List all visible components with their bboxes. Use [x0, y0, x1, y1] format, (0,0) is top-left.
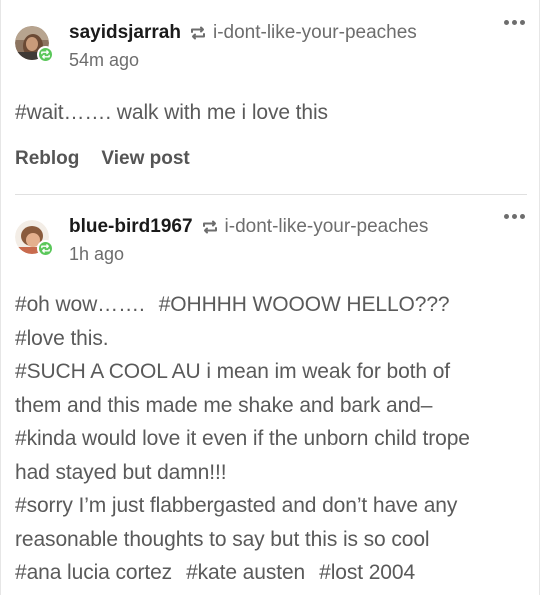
more-options-icon[interactable] — [504, 20, 525, 25]
reblog-button[interactable]: Reblog — [15, 148, 79, 170]
view-post-button[interactable]: View post — [101, 148, 189, 170]
tag[interactable]: #love this. — [15, 327, 109, 350]
tag[interactable]: #ana lucia cortez — [15, 561, 172, 584]
username-link[interactable]: sayidsjarrah — [69, 22, 181, 44]
source-blog-link[interactable]: i-dont-like-your-peaches — [225, 216, 429, 238]
tag-line: had stayed but damn!!! — [15, 456, 527, 490]
tags-body: #wait……. walk with me i love this — [15, 96, 342, 130]
avatar[interactable] — [15, 26, 54, 63]
attribution-line: sayidsjarrah i-dont-like-your-peaches — [69, 22, 417, 44]
username-link[interactable]: blue-bird1967 — [69, 216, 193, 238]
tag-line: reasonable thoughts to say but this is s… — [15, 523, 527, 557]
avatar[interactable] — [15, 220, 54, 257]
more-options-icon[interactable] — [504, 214, 525, 219]
tag[interactable]: #wait……. walk with me i love this — [15, 101, 328, 124]
tag-line: them and this made me shake and bark and… — [15, 389, 527, 423]
timestamp[interactable]: 1h ago — [69, 244, 124, 265]
tag[interactable]: #oh wow……. — [15, 293, 145, 316]
timestamp[interactable]: 54m ago — [69, 50, 139, 71]
attribution-line: blue-bird1967 i-dont-like-your-peaches — [69, 216, 428, 238]
reblog-icon — [201, 218, 219, 236]
tags-body: #oh wow……. #OHHHH WOOOW HELLO??? #love th… — [15, 288, 527, 590]
tag-line: #kinda would love it even if the unborn … — [15, 422, 527, 456]
tag[interactable]: #OHHHH WOOOW HELLO??? — [159, 293, 450, 316]
tag[interactable]: #SUCH A COOL AU i mean im weak for both … — [15, 360, 450, 383]
tag-line: #ana lucia cortez #kate austen #lost 2004 — [15, 556, 527, 590]
post-header: blue-bird1967 i-dont-like-your-peaches 1… — [15, 208, 527, 268]
tag-line: #SUCH A COOL AU i mean im weak for both … — [15, 355, 527, 389]
reblog-badge-icon — [37, 46, 54, 63]
tag-line: #oh wow……. #OHHHH WOOOW HELLO??? — [15, 288, 527, 322]
tag[interactable]: #lost 2004 — [319, 561, 415, 584]
reblog-post-1: sayidsjarrah i-dont-like-your-peaches 54… — [15, 14, 527, 169]
post-header: sayidsjarrah i-dont-like-your-peaches 54… — [15, 14, 527, 74]
tag[interactable]: #kinda would love it even if the unborn … — [15, 427, 470, 450]
reblog-icon — [189, 24, 207, 42]
tag-continuation[interactable]: had stayed but damn!!! — [15, 461, 227, 484]
tag-continuation[interactable]: them and this made me shake and bark and… — [15, 394, 432, 417]
reblog-post-2: blue-bird1967 i-dont-like-your-peaches 1… — [15, 208, 527, 584]
reblog-badge-icon — [37, 240, 54, 257]
tag[interactable]: #sorry I’m just flabbergasted and don’t … — [15, 494, 457, 517]
source-blog-link[interactable]: i-dont-like-your-peaches — [213, 22, 417, 44]
post-actions: Reblog View post — [15, 148, 190, 170]
tag-line: #wait……. walk with me i love this — [15, 96, 342, 130]
tag-continuation[interactable]: reasonable thoughts to say but this is s… — [15, 528, 430, 551]
post-feed: sayidsjarrah i-dont-like-your-peaches 54… — [0, 0, 540, 595]
tag-line: #love this. — [15, 322, 527, 356]
tag-line: #sorry I’m just flabbergasted and don’t … — [15, 489, 527, 523]
tag[interactable]: #kate austen — [186, 561, 305, 584]
divider — [15, 194, 527, 195]
